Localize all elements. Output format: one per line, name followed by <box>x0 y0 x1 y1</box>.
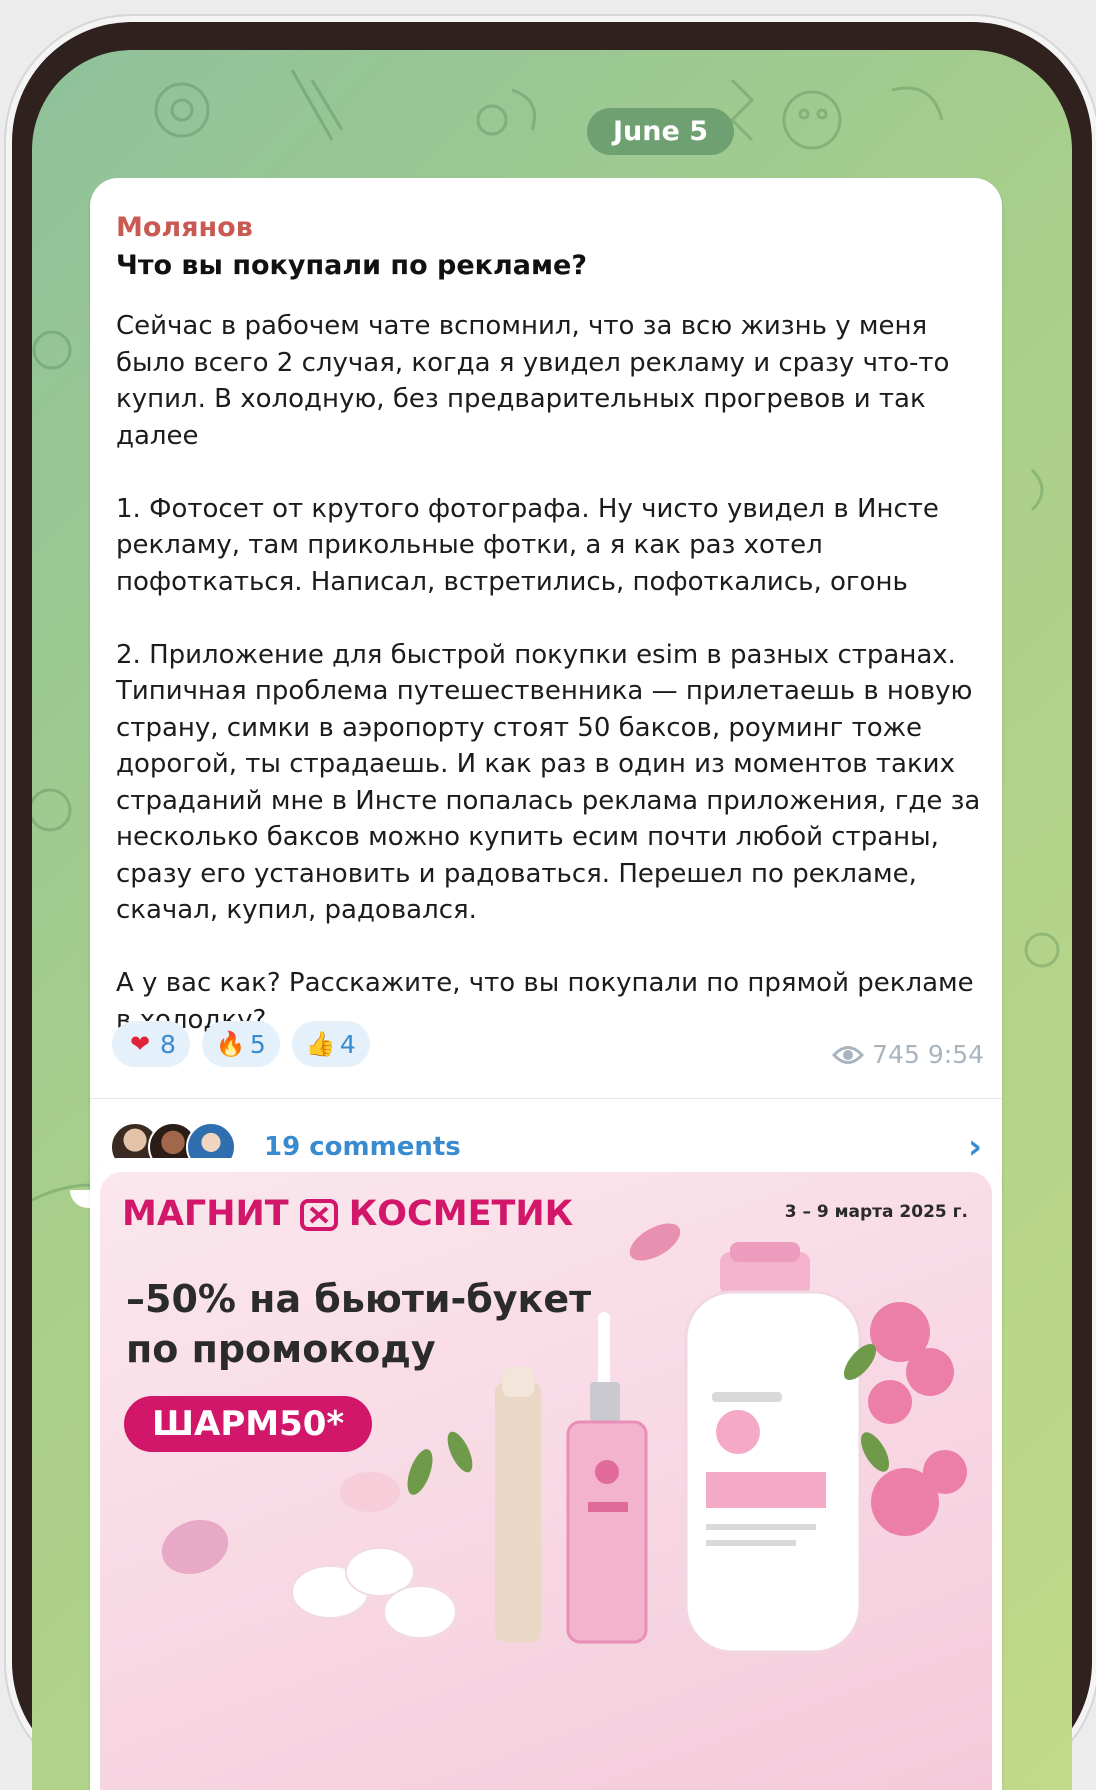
ad-banner-card[interactable]: МАГНИТ КОСМЕТИК 3 – 9 марта 2025 г. –50%… <box>90 1158 1002 1790</box>
promo-code-badge[interactable]: ШАРМ50* <box>124 1396 373 1452</box>
ad-headline-line: –50% на бьюти-букет <box>126 1277 592 1321</box>
sender-name[interactable]: Молянов <box>116 212 253 243</box>
message-meta: 745 9:54 <box>832 1040 984 1069</box>
message-bubble[interactable]: Молянов Что вы покупали по рекламе? Сейч… <box>90 178 1002 1208</box>
phone-frame: June 5 Молянов Что вы покупали по реклам… <box>12 22 1092 1790</box>
thumbs-up-icon: 👍 <box>305 1030 336 1058</box>
chat-screen[interactable]: June 5 Молянов Что вы покупали по реклам… <box>32 50 1072 1790</box>
magnit-logo-icon <box>299 1199 338 1231</box>
reaction-count: 8 <box>160 1029 176 1059</box>
date-separator: June 5 <box>587 108 734 155</box>
post-paragraph: 1. Фотосет от крутого фотографа. Ну чист… <box>116 493 939 597</box>
ad-headline: –50% на бьюти-букет по промокоду <box>126 1274 592 1374</box>
reaction-fire[interactable]: 🔥 5 <box>201 1021 280 1067</box>
post-headline: Что вы покупали по рекламе? <box>116 250 588 281</box>
brand-name-right: КОСМЕТИК <box>348 1194 574 1234</box>
cosmetics-illustration <box>161 1223 967 1654</box>
reaction-heart[interactable]: ❤ 8 <box>112 1021 190 1067</box>
ad-banner[interactable]: МАГНИТ КОСМЕТИК 3 – 9 марта 2025 г. –50%… <box>100 1172 992 1790</box>
post-paragraph: 2. Приложение для быстрой покупки esim в… <box>116 639 981 926</box>
heart-icon: ❤ <box>129 1030 151 1058</box>
divider <box>90 1098 1002 1099</box>
post-paragraph: Сейчас в рабочем чате вспомнил, что за в… <box>116 311 950 451</box>
ad-date-range: 3 – 9 марта 2025 г. <box>784 1202 968 1222</box>
brand-name-left: МАГНИТ <box>122 1194 289 1234</box>
post-body: Сейчас в рабочем чате вспомнил, что за в… <box>116 308 986 1075</box>
reaction-thumbs-up[interactable]: 👍 4 <box>291 1021 370 1067</box>
message-time: 9:54 <box>927 1040 984 1069</box>
brand-logo: МАГНИТ КОСМЕТИК <box>122 1194 573 1234</box>
reaction-count: 5 <box>249 1029 266 1059</box>
eye-icon <box>832 1045 865 1064</box>
reactions-bar: ❤ 8 🔥 5 👍 4 <box>112 1021 370 1067</box>
fire-icon: 🔥 <box>215 1030 246 1058</box>
ad-headline-line: по промокоду <box>126 1327 436 1371</box>
view-count: 745 <box>872 1040 920 1069</box>
reaction-count: 4 <box>339 1029 356 1059</box>
